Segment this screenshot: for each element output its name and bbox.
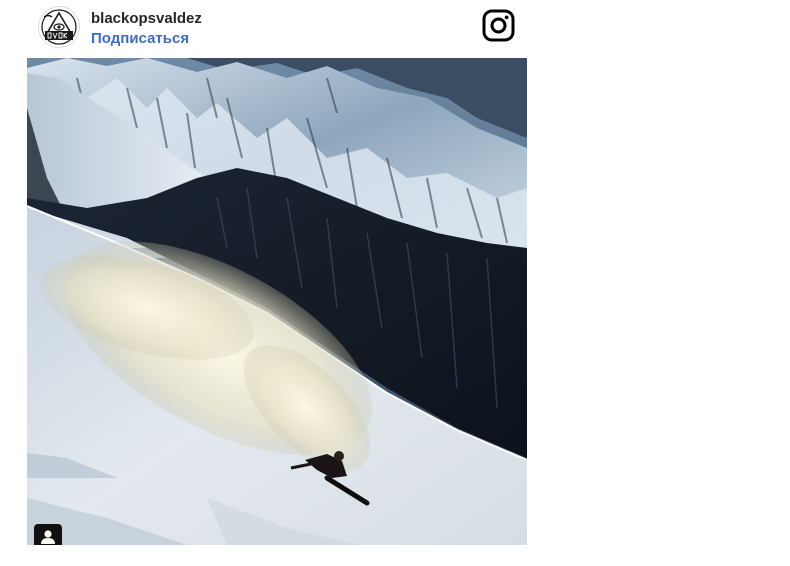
post-photo[interactable]: [27, 58, 527, 545]
profile-avatar[interactable]: [38, 6, 80, 48]
post-header: blackopsvaldez Подписаться: [27, 0, 527, 58]
account-username[interactable]: blackopsvaldez: [91, 10, 202, 27]
instagram-icon[interactable]: [482, 9, 515, 42]
person-tag-icon[interactable]: [34, 524, 62, 545]
snowboard-photo-image: [27, 58, 527, 545]
follow-button[interactable]: Подписаться: [91, 30, 189, 47]
blackops-logo-icon: [39, 7, 79, 47]
instagram-embed-post: blackopsvaldez Подписаться: [0, 0, 790, 566]
